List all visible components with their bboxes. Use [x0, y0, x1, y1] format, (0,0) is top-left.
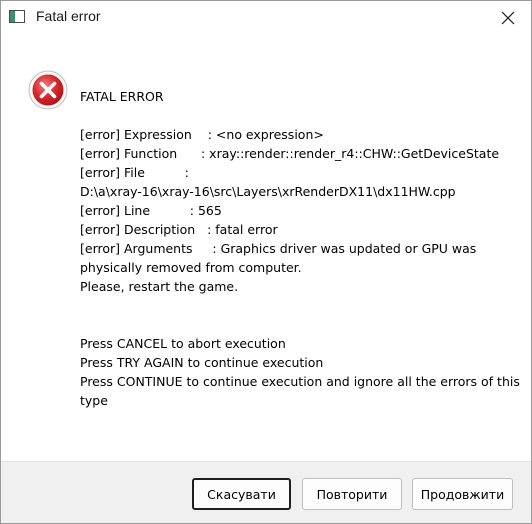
retry-button[interactable]: Повторити	[302, 478, 402, 510]
button-bar: Скасувати Повторити Продовжити	[1, 461, 531, 523]
error-message: FATAL ERROR [error] Expression : <no exp…	[80, 87, 520, 410]
title-bar[interactable]: Fatal error	[1, 1, 531, 34]
error-x-icon	[28, 70, 68, 110]
dialog-content: FATAL ERROR [error] Expression : <no exp…	[1, 34, 531, 461]
fatal-error-dialog: Fatal error FATAL ERROR [error] Expressi…	[0, 0, 532, 524]
application-window-icon	[9, 10, 25, 23]
window-title: Fatal error	[36, 8, 101, 24]
error-heading: FATAL ERROR	[80, 89, 164, 104]
error-details: [error] Expression : <no expression> [er…	[80, 127, 500, 294]
error-instructions: Press CANCEL to abort execution Press TR…	[80, 336, 520, 408]
close-icon	[501, 11, 515, 24]
cancel-button[interactable]: Скасувати	[192, 478, 291, 510]
close-button[interactable]	[485, 1, 531, 34]
continue-button[interactable]: Продовжити	[412, 478, 513, 510]
